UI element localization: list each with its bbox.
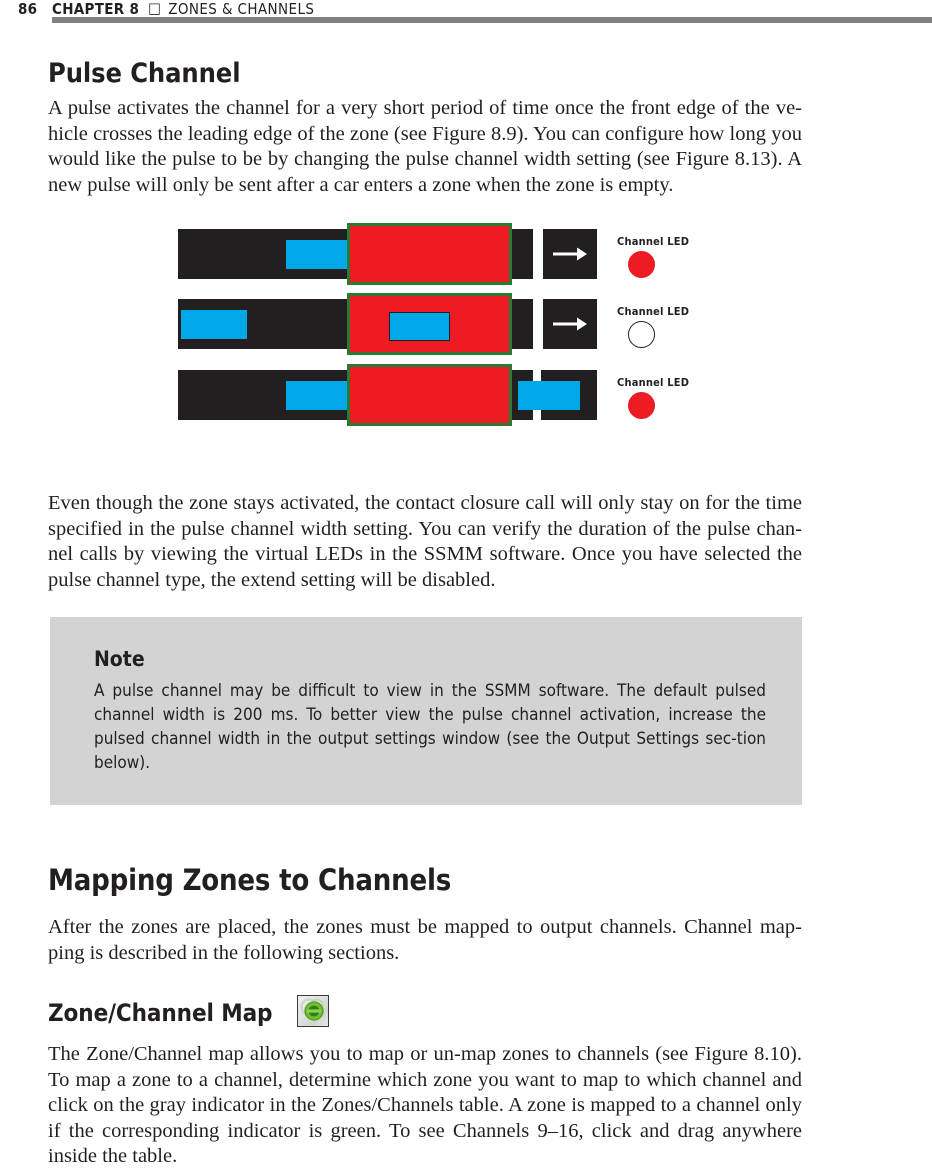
arrow-right-icon (553, 247, 587, 261)
paragraph-pulse-channel-2: Even though the zone stays activated, th… (48, 492, 802, 591)
page-number: 86 (18, 0, 38, 18)
running-head-title: ZONES & CHANNELS (168, 0, 315, 18)
channel-led-indicator (628, 251, 655, 278)
running-head-chapter: CHAPTER 8 (52, 0, 140, 18)
arrow-right-icon (553, 317, 587, 331)
running-head-text: CHAPTER 8 □ ZONES & CHANNELS (52, 0, 314, 18)
zone-channel-map-icon (297, 995, 329, 1027)
paragraph-mapping-1: After the zones are placed, the zones mu… (48, 916, 802, 964)
running-head: 86 CHAPTER 8 □ ZONES & CHANNELS (0, 0, 932, 30)
led-label: Channel LED (617, 305, 690, 318)
heading-zone-channel-map: Zone/Channel Map (48, 999, 273, 1027)
vehicle-entering (286, 381, 348, 410)
detection-zone (347, 223, 512, 285)
detection-zone (347, 364, 512, 426)
running-head-rule (52, 17, 932, 23)
box-glyph-icon: □ (148, 0, 162, 17)
vehicle (286, 240, 348, 269)
paragraph-zone-channel-map-1: The Zone/Channel map allows you to map o… (48, 1043, 802, 1167)
vehicle-in-zone (389, 312, 450, 341)
led-label: Channel LED (617, 235, 690, 248)
heading-pulse-channel: Pulse Channel (48, 58, 241, 89)
channel-led-indicator (628, 321, 655, 348)
heading-mapping-zones-to-channels: Mapping Zones to Channels (48, 863, 452, 897)
figure-pulse-channel: Channel LED Channel LED Channel LED Figu… (0, 215, 932, 675)
vehicle-exited (518, 381, 580, 410)
direction-arrow-box (543, 229, 597, 279)
note-body: A pulse channel may be difficult to view… (94, 681, 766, 773)
vehicle-trailing (181, 310, 247, 339)
paragraph-pulse-channel-1: A pulse activates the channel for a very… (48, 97, 802, 196)
direction-arrow-box (543, 299, 597, 349)
note-title: Note (94, 647, 145, 671)
led-label: Channel LED (617, 376, 690, 389)
note-callout: Note A pulse channel may be difficult to… (50, 617, 802, 805)
channel-led-indicator (628, 392, 655, 419)
